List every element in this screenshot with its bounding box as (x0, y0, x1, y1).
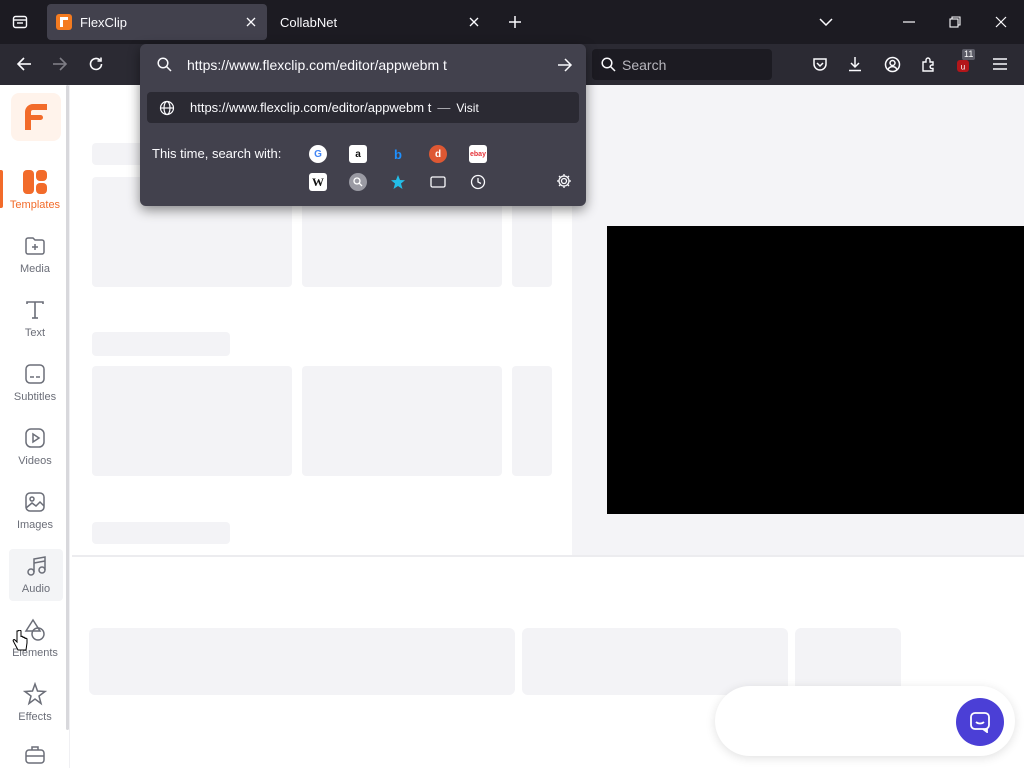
reload-icon[interactable] (82, 50, 110, 78)
subtitles-icon (24, 360, 46, 388)
sidebar-scrollbar[interactable] (66, 85, 69, 730)
timeline-skeleton (522, 628, 788, 695)
extensions-icon[interactable] (914, 50, 942, 78)
close-window-icon[interactable] (989, 10, 1013, 34)
skeleton-card (512, 366, 552, 476)
skeleton-card (302, 366, 502, 476)
sidebar-item-label: Subtitles (13, 391, 57, 403)
chat-button[interactable] (956, 698, 1004, 746)
tab-flexclip[interactable]: FlexClip (47, 4, 267, 40)
forward-icon[interactable] (46, 50, 74, 78)
sidebar-item-label: Effects (18, 711, 52, 723)
pocket-icon[interactable] (806, 50, 834, 78)
go-arrow-icon[interactable] (557, 57, 573, 72)
back-icon[interactable] (10, 50, 38, 78)
svg-text:u: u (961, 63, 965, 72)
sidebar-item-images[interactable]: Images (0, 488, 70, 544)
mouse-cursor (12, 630, 28, 652)
minimize-icon[interactable] (897, 10, 921, 34)
skeleton-title (92, 332, 230, 356)
menu-icon[interactable] (986, 50, 1014, 78)
url-bar-dropdown: https://www.flexclip.com/editor/appwebm … (140, 44, 586, 206)
duckduckgo-icon[interactable]: d (429, 145, 447, 163)
images-icon (24, 488, 46, 516)
close-tab-icon[interactable] (239, 10, 263, 34)
amazon-icon[interactable]: a (349, 145, 367, 163)
search-icon (157, 57, 172, 72)
editor-sidebar: Templates Media Text Subtitles Videos Im… (0, 85, 70, 768)
bookmarks-icon[interactable] (389, 173, 407, 191)
chat-icon (969, 711, 991, 733)
downloads-icon[interactable] (841, 50, 869, 78)
search-bar[interactable]: Search (592, 49, 772, 80)
timeline-divider (72, 555, 1024, 557)
skeleton-card (92, 366, 292, 476)
gear-icon[interactable] (556, 173, 572, 189)
suggestion-separator: — (437, 100, 451, 115)
ebay-icon[interactable]: ebay (469, 145, 487, 163)
sidebar-item-videos[interactable]: Videos (0, 424, 70, 480)
sidebar-item-templates[interactable]: Templates (0, 168, 70, 224)
new-tab-icon[interactable] (503, 10, 527, 34)
list-all-tabs-icon[interactable] (814, 10, 838, 34)
sidebar-item-effects[interactable]: Effects (0, 680, 70, 736)
sidebar-item-label: Audio (21, 583, 51, 595)
addon-badge-icon[interactable]: u 11 (950, 49, 978, 78)
suggestion-url: https://www.flexclip.com/editor/appwebm … (190, 100, 432, 115)
sidebar-item-elements[interactable]: Elements (0, 616, 70, 672)
sidebar-item-label: Images (16, 519, 54, 531)
timeline-skeleton (89, 628, 515, 695)
tabs-icon[interactable] (429, 173, 447, 191)
one-off-search-label: This time, search with: (152, 146, 282, 161)
search-placeholder: Search (622, 56, 667, 73)
account-icon[interactable] (878, 50, 906, 78)
sidebar-item-label: Templates (9, 199, 61, 211)
extension-badge: 11 (962, 49, 976, 60)
templates-icon (22, 168, 48, 196)
effects-icon (23, 680, 47, 708)
url-text: https://www.flexclip.com/editor/appwebm … (187, 56, 447, 73)
tab-title: FlexClip (80, 14, 127, 30)
google-icon[interactable]: G (309, 145, 327, 163)
url-suggestion[interactable]: https://www.flexclip.com/editor/appwebm … (147, 92, 579, 123)
sidebar-item-audio[interactable]: Audio (9, 549, 63, 601)
media-icon (24, 232, 46, 260)
text-icon (25, 296, 45, 324)
bing-icon[interactable]: b (389, 145, 407, 163)
tab-title: CollabNet (280, 14, 338, 30)
history-icon[interactable] (469, 173, 487, 191)
search-icon (601, 57, 616, 72)
sidebar-item-text[interactable]: Text (0, 296, 70, 352)
wikipedia-icon[interactable]: W (309, 173, 327, 191)
close-tab-icon[interactable] (462, 10, 486, 34)
skeleton-title (92, 522, 230, 544)
firefox-view-icon[interactable] (8, 10, 32, 34)
timeline-skeleton (795, 628, 901, 695)
url-input[interactable]: https://www.flexclip.com/editor/appwebm … (140, 44, 586, 85)
flexclip-favicon (56, 14, 72, 30)
tab-bar: FlexClip CollabNet (0, 0, 1024, 44)
sidebar-item-label: Text (24, 327, 46, 339)
globe-icon (159, 100, 175, 116)
restore-icon[interactable] (943, 10, 967, 34)
sidebar-item-subtitles[interactable]: Subtitles (0, 360, 70, 416)
toolbox-icon (24, 742, 46, 765)
sidebar-item-media[interactable]: Media (0, 232, 70, 288)
search-engine-icon[interactable] (349, 173, 367, 191)
tab-collabnet[interactable]: CollabNet (270, 4, 490, 40)
videos-icon (24, 424, 46, 452)
sidebar-item-label: Media (20, 263, 50, 275)
video-canvas[interactable] (607, 226, 1024, 514)
sidebar-item-label: Videos (18, 455, 52, 467)
audio-icon (25, 552, 47, 580)
suggestion-action: Visit (456, 100, 479, 115)
flexclip-logo[interactable] (11, 93, 61, 141)
sidebar-item-tools[interactable] (0, 742, 70, 768)
